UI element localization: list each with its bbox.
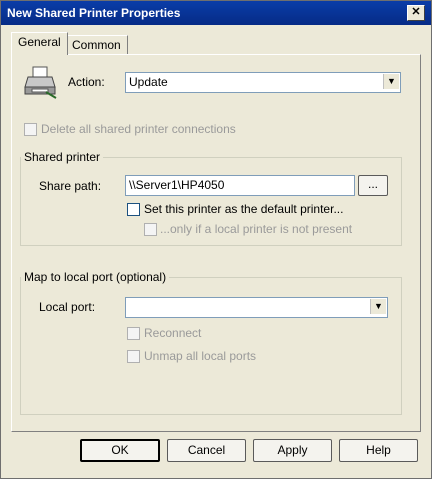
title-bar[interactable]: New Shared Printer Properties ✕ — [1, 1, 431, 25]
tab-common[interactable]: Common — [65, 35, 128, 55]
cancel-button[interactable]: Cancel — [167, 439, 246, 462]
help-button[interactable]: Help — [339, 439, 418, 462]
only-if-checkbox[interactable] — [144, 223, 157, 236]
reconnect-checkbox[interactable] — [127, 327, 140, 340]
tab-general-label: General — [18, 35, 61, 49]
close-icon: ✕ — [411, 6, 421, 18]
cancel-button-label: Cancel — [187, 443, 226, 457]
chevron-down-icon[interactable]: ▼ — [370, 299, 386, 314]
share-path-label: Share path: — [39, 179, 102, 193]
ok-button-label: OK — [111, 443, 129, 457]
reconnect-label: Reconnect — [144, 326, 202, 340]
local-port-dropdown[interactable]: ▼ — [125, 297, 388, 318]
action-dropdown[interactable]: Update ▼ — [125, 72, 401, 93]
local-port-label: Local port: — [39, 300, 96, 314]
delete-all-label: Delete all shared printer connections — [41, 122, 236, 136]
close-button[interactable]: ✕ — [407, 5, 425, 21]
delete-all-checkbox[interactable] — [24, 123, 37, 136]
help-button-label: Help — [366, 443, 391, 457]
action-label: Action: — [68, 75, 105, 89]
unmap-checkbox[interactable] — [127, 350, 140, 363]
map-port-group-title: Map to local port (optional) — [21, 270, 170, 284]
tab-common-label: Common — [72, 38, 121, 52]
printer-icon — [24, 65, 58, 99]
window-title: New Shared Printer Properties — [7, 6, 181, 20]
shared-printer-group-title: Shared printer — [21, 150, 104, 164]
browse-button[interactable]: ... — [358, 175, 388, 196]
tab-panel: Action: Update ▼ Delete all shared print… — [11, 54, 421, 432]
browse-button-label: ... — [367, 177, 378, 191]
unmap-label: Unmap all local ports — [144, 349, 257, 363]
ok-button[interactable]: OK — [80, 439, 160, 462]
default-printer-checkbox[interactable] — [127, 203, 140, 216]
action-value: Update — [129, 75, 168, 89]
share-path-value: \\Server1\HP4050 — [129, 178, 225, 192]
apply-button-label: Apply — [277, 443, 308, 457]
only-if-label: ...only if a local printer is not presen… — [160, 222, 353, 236]
share-path-input[interactable]: \\Server1\HP4050 — [125, 175, 355, 196]
dialog-window: New Shared Printer Properties ✕ General … — [0, 0, 432, 479]
default-printer-label: Set this printer as the default printer.… — [144, 202, 344, 216]
apply-button[interactable]: Apply — [253, 439, 332, 462]
chevron-down-icon[interactable]: ▼ — [383, 74, 399, 89]
tab-general[interactable]: General — [11, 32, 68, 55]
